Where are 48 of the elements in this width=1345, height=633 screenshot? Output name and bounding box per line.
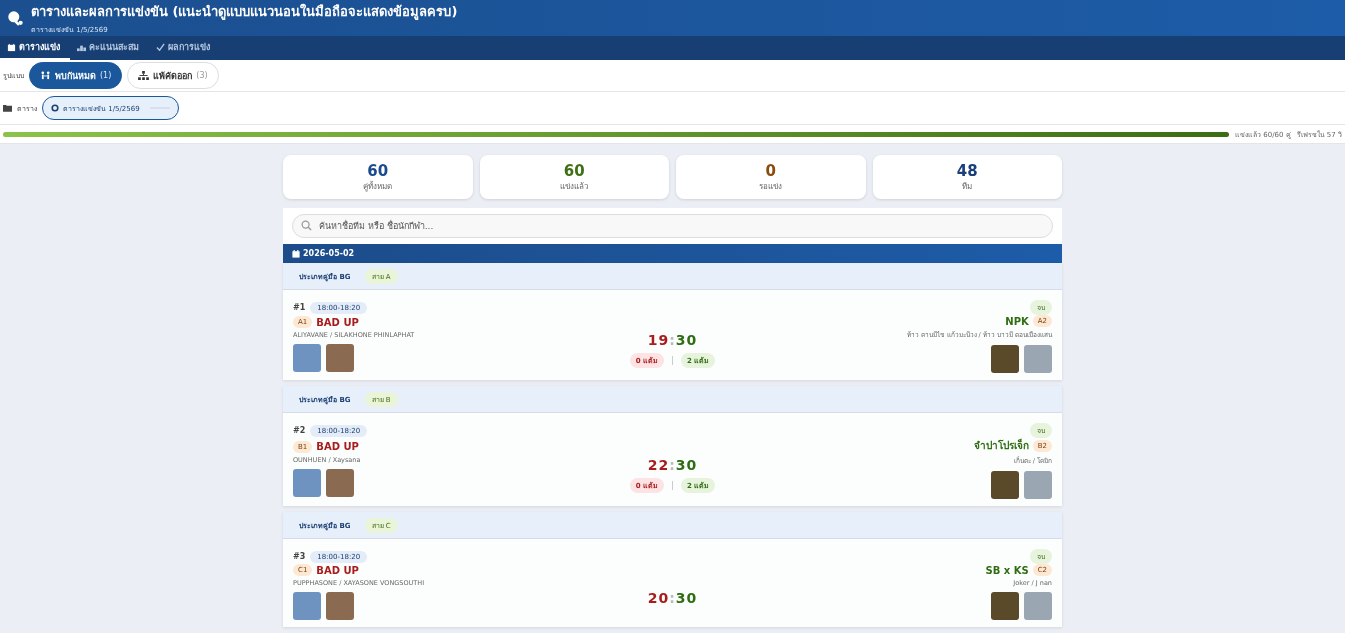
photo-placeholder [1024, 471, 1052, 499]
score: 20:30 [647, 590, 698, 606]
bracket-icon [138, 71, 150, 81]
format-option[interactable]: พบกันหมด (1) [29, 62, 123, 90]
photo-placeholder [1024, 345, 1052, 373]
photo-placeholder [293, 468, 321, 497]
match-number: #1 [293, 303, 306, 312]
date-text: 2026-05-02 [303, 249, 355, 258]
tab[interactable]: ผลการแข่ง [149, 36, 220, 61]
page-title: ตารางและผลการแข่งขัน (แนะนำดูแบบแนวนอนในมือถือจะแสดงข้อมูลครบ) [31, 2, 458, 22]
photo-placeholder [326, 592, 354, 620]
photo-placeholder [991, 345, 1019, 373]
stat-value: 60 [563, 161, 585, 180]
team-name: BAD UP [316, 564, 359, 576]
check-icon [156, 42, 165, 52]
team-name: BAD UP [316, 441, 359, 452]
score: 19:30 [647, 332, 698, 348]
folder-icon [3, 104, 12, 113]
tab[interactable]: คะแนนสะสม [70, 36, 149, 61]
team-name: SB x KS [985, 564, 1029, 576]
ping-pong-icon [7, 9, 24, 27]
team-name: BAD UP [316, 316, 359, 328]
search-field[interactable]: ค้นหาชื่อทีม หรือ ชื่อนักกีฬา... [292, 214, 1053, 238]
match-number: #2 [293, 426, 306, 435]
photo-placeholder [293, 344, 321, 372]
photo-placeholder [991, 592, 1019, 620]
team-name: NPK [1005, 315, 1029, 327]
stat-value: 60 [367, 161, 389, 180]
stat-value: 48 [956, 161, 978, 180]
photo-placeholder [293, 592, 321, 620]
photo-placeholder [326, 344, 354, 372]
photo-placeholder [326, 468, 354, 497]
calendar-icon [7, 42, 16, 52]
people-icon [40, 71, 51, 81]
score: 22:30 [647, 456, 698, 473]
stat-value: 0 [765, 161, 776, 180]
photo-placeholder [1024, 592, 1052, 620]
stat-label: แข่งแล้ว [560, 180, 589, 193]
stat-label: คู่ทั้งหมด [363, 180, 393, 193]
stat-label: รอแข่ง [759, 180, 783, 193]
radio-icon [51, 104, 59, 113]
format-option[interactable]: แพ้คัดออก (3) [127, 62, 219, 90]
team-name: จำปาโปรเจ็ก [973, 438, 1029, 453]
stat-label: ทีม [962, 180, 973, 193]
search-icon [301, 220, 312, 231]
calendar-icon [292, 249, 300, 258]
match-number: #3 [293, 552, 306, 561]
photo-placeholder [991, 471, 1019, 499]
